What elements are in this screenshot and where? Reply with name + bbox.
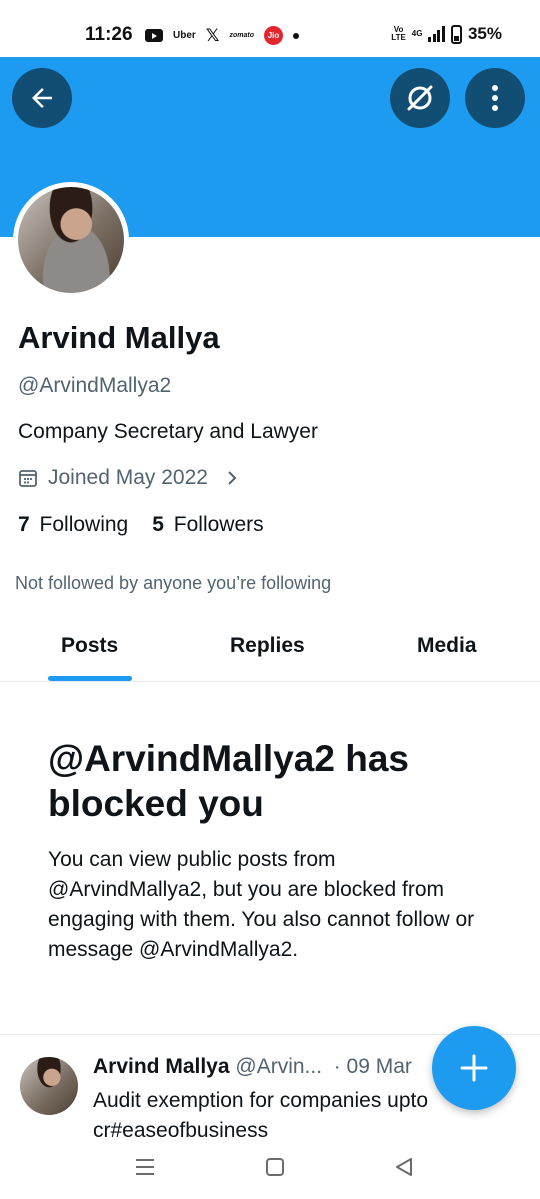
profile-handle: @ArvindMallya2: [18, 374, 172, 397]
tweet-text-line: Audit exemption for companies upto: [93, 1089, 429, 1112]
tweet-date: · 09 Mar: [333, 1055, 412, 1078]
tweet-handle: @Arvin...: [235, 1055, 323, 1078]
profile-avatar[interactable]: [13, 182, 129, 298]
follow-stats: 7 Following 5 Followers: [18, 513, 264, 537]
zomato-icon: zomato: [229, 32, 255, 39]
arrow-left-icon: [32, 88, 52, 108]
more-notifications-dot: [293, 32, 299, 39]
chevron-right-icon: [228, 471, 237, 485]
active-tab-indicator: [48, 676, 132, 681]
joined-date: Joined May 2022: [48, 466, 208, 489]
home-icon[interactable]: [264, 1156, 286, 1178]
followers-label: Followers: [173, 513, 264, 536]
profile-bio: Company Secretary and Lawyer: [18, 420, 318, 443]
more-options-button[interactable]: [465, 68, 525, 128]
network-type: 4G: [411, 29, 423, 38]
back-button[interactable]: [12, 68, 72, 128]
grok-icon: [407, 85, 433, 111]
tab-posts[interactable]: Posts: [61, 634, 118, 658]
following-label: Following: [39, 513, 129, 536]
recents-icon[interactable]: [134, 1156, 156, 1178]
tweet-avatar[interactable]: [20, 1057, 78, 1115]
signal-icon: [428, 26, 445, 42]
grok-button[interactable]: [390, 68, 450, 128]
compose-post-button[interactable]: [432, 1026, 516, 1110]
system-nav-bar: [0, 1138, 540, 1199]
youtube-icon: [145, 29, 163, 42]
uber-icon: Uber: [173, 30, 196, 41]
followers-link[interactable]: 5 Followers: [152, 513, 263, 537]
battery-icon: [450, 24, 462, 44]
more-vertical-icon: [492, 85, 498, 111]
system-icons: Vo LTE 4G 35%: [391, 24, 502, 44]
x-icon: 𝕏: [205, 25, 220, 45]
mutual-followers-note: Not followed by anyone you’re following: [15, 573, 332, 593]
followers-count: 5: [152, 513, 164, 536]
tweet-header: Arvind Mallya @Arvin... · 09 Mar: [93, 1055, 412, 1079]
profile-tabs: Posts Replies Media: [0, 612, 540, 682]
following-link[interactable]: 7 Following: [18, 513, 128, 537]
status-bar: 11:26 Uber 𝕏 zomato Jio Vo LTE 4G 35%: [0, 0, 540, 58]
tweet-author[interactable]: Arvind Mallya: [93, 1055, 230, 1078]
following-count: 7: [18, 513, 30, 536]
avatar-image: [18, 187, 124, 293]
plus-icon: [460, 1054, 488, 1082]
joined-date-row[interactable]: Joined May 2022: [18, 466, 238, 490]
status-time: 11:26: [85, 24, 133, 45]
battery-percent: 35%: [467, 24, 502, 43]
blocked-title: @ArvindMallya2 has blocked you: [48, 738, 409, 824]
blocked-description: You can view public posts from @ArvindMa…: [48, 848, 475, 961]
tab-media[interactable]: Media: [417, 634, 477, 658]
notification-icons: Uber 𝕏 zomato Jio: [145, 26, 299, 45]
calendar-icon: [19, 470, 37, 487]
profile-name: Arvind Mallya: [18, 320, 220, 355]
back-triangle-icon[interactable]: [393, 1156, 415, 1178]
volte-icon: Vo LTE: [391, 25, 406, 42]
tab-replies[interactable]: Replies: [230, 634, 305, 658]
jio-icon: Jio: [264, 26, 283, 45]
